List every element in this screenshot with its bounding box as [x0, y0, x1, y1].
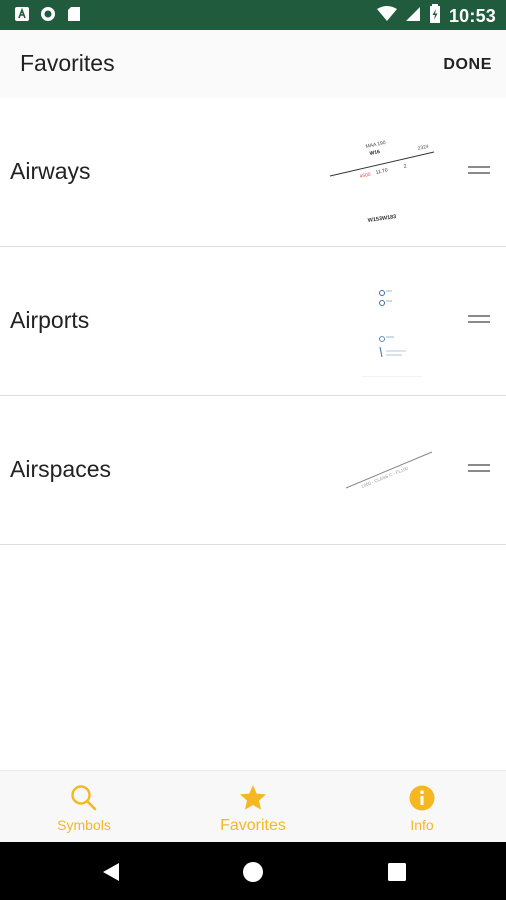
done-button[interactable]: DONE [443, 56, 492, 74]
a-notification-icon [14, 6, 30, 22]
app-bar: Favorites DONE [0, 30, 506, 98]
page-title: Favorites [20, 50, 115, 76]
circle-notification-icon [40, 6, 56, 22]
info-icon [409, 785, 435, 811]
recents-icon[interactable] [385, 860, 409, 884]
airspaces-chart-preview-icon: 1000 - CLASS C - FL100 [345, 451, 433, 489]
tab-info[interactable]: Info [338, 771, 506, 843]
tab-label: Symbols [57, 817, 111, 833]
list-item-label: Airways [10, 158, 91, 184]
tab-label: Favorites [220, 817, 286, 834]
airways-chart-preview-icon: MAA 190 W16 2324 4500 11.70 2 W153W183 [329, 140, 435, 224]
system-nav-bar [0, 842, 506, 900]
list-item-label: Airspaces [10, 456, 111, 482]
svg-text:1000 - CLASS C - FL100: 1000 - CLASS C - FL100 [361, 465, 410, 489]
tab-symbols[interactable]: Symbols [0, 771, 168, 843]
svg-text:W153W183: W153W183 [367, 214, 396, 224]
list-item-label: Airports [10, 307, 90, 333]
airports-chart-preview-icon [362, 290, 422, 377]
search-icon [71, 785, 97, 811]
svg-text:W16: W16 [369, 149, 381, 157]
drag-handle-icon[interactable] [468, 166, 490, 176]
bottom-tab-bar: Symbols Favorites Info [0, 770, 506, 843]
list-item-airspaces[interactable]: Airspaces 1000 - CLASS C - FL100 [0, 396, 506, 545]
back-icon[interactable] [99, 860, 123, 884]
svg-text:2: 2 [403, 163, 407, 169]
favorites-list: Airways MAA 190 W16 2324 4500 11.70 2 W1… [0, 98, 506, 545]
drag-handle-icon[interactable] [468, 315, 490, 325]
svg-text:4500: 4500 [359, 172, 371, 180]
status-system: 10:53 [376, 4, 496, 29]
sd-card-icon [66, 6, 82, 22]
svg-text:2324: 2324 [417, 144, 429, 152]
list-item-airways[interactable]: Airways MAA 190 W16 2324 4500 11.70 2 W1… [0, 98, 506, 247]
svg-text:11.70: 11.70 [375, 168, 388, 176]
signal-icon [405, 6, 421, 27]
wifi-icon [376, 6, 397, 27]
tab-label: Info [410, 817, 434, 833]
status-notifications [14, 6, 82, 22]
home-icon[interactable] [241, 860, 265, 884]
tab-favorites[interactable]: Favorites [169, 771, 337, 843]
status-bar: 10:53 [0, 0, 506, 30]
drag-handle-icon[interactable] [468, 464, 490, 474]
star-icon [240, 785, 266, 810]
svg-text:MAA 190: MAA 190 [365, 140, 386, 150]
battery-icon [429, 4, 441, 29]
list-item-airports[interactable]: Airports [0, 247, 506, 396]
status-time: 10:53 [448, 6, 496, 26]
